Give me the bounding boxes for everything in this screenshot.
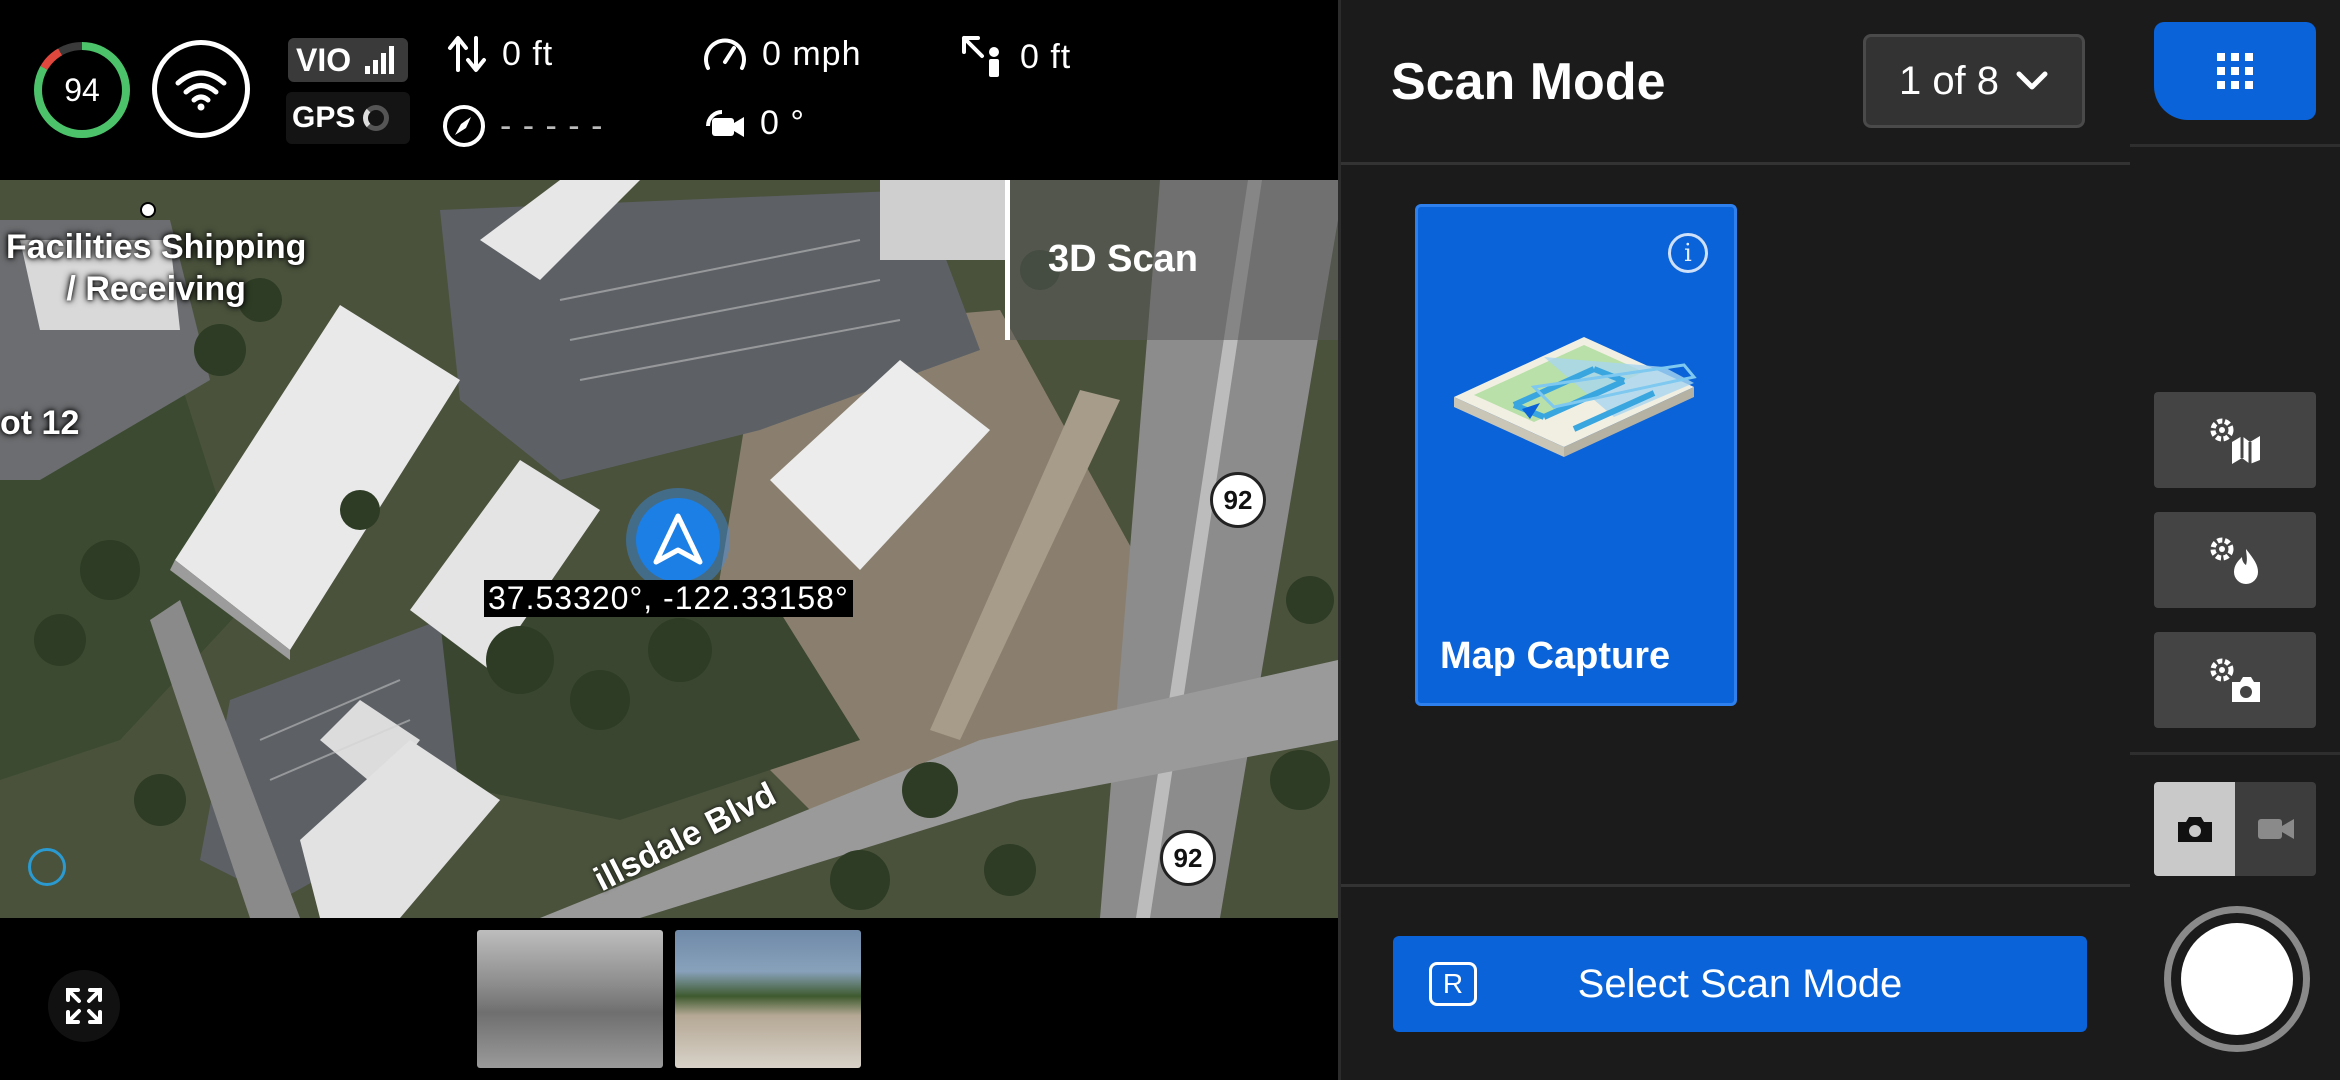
navigation-arrow-icon [653, 513, 703, 565]
apps-menu-button[interactable] [2154, 22, 2316, 120]
camera-feed-thumbnail[interactable] [675, 930, 861, 1068]
thermal-settings-icon [2210, 537, 2258, 584]
gps-label: GPS [292, 101, 356, 134]
telemetry-bar: 94 VIO GPS 0 ft 0 mph 0 ft - - - - - 0 ° [0, 0, 1338, 180]
compass-icon [443, 105, 485, 147]
distance-value: 0 ft [1020, 37, 1072, 76]
heading-readout: - - - - - [442, 104, 603, 148]
distance-readout: 0 ft [960, 34, 1071, 80]
page-selector[interactable]: 1 of 8 [1863, 34, 2085, 128]
altitude-value: 0 ft [502, 34, 554, 73]
scan-region-label: 3D Scan [1048, 238, 1198, 280]
map-settings-icon [2210, 418, 2260, 464]
speed-readout: 0 mph [702, 34, 862, 74]
camera-settings-icon [2210, 658, 2260, 702]
drone-position-marker[interactable] [626, 488, 730, 592]
expand-button[interactable] [48, 970, 120, 1042]
expand-icon [66, 988, 102, 1024]
camera-feed-strip [0, 918, 1338, 1080]
info-icon[interactable]: i [1668, 233, 1708, 273]
shutter-button[interactable] [2164, 906, 2310, 1052]
lot-label: ot 12 [0, 404, 80, 442]
distance-from-pilot-icon [962, 36, 999, 77]
wifi-icon [175, 70, 227, 111]
camera-settings-button[interactable] [2154, 632, 2316, 728]
divider [1341, 162, 2133, 165]
r-key-hint: R [1429, 962, 1477, 1006]
map-capture-card[interactable]: i Map Capture [1415, 204, 1737, 706]
divider [2130, 144, 2340, 147]
signal-bars-icon [365, 46, 395, 74]
page-indicator: 1 of 8 [1898, 58, 2000, 103]
gimbal-value: 0 ° [760, 104, 805, 142]
scan-mode-panel: Scan Mode 1 of 8 i Map Capture R Select … [1338, 0, 2133, 1080]
battery-indicator[interactable]: 94 [34, 42, 130, 138]
speedometer-icon [704, 38, 746, 70]
thermal-feed-thumbnail[interactable] [477, 930, 663, 1068]
map-capture-label: Map Capture [1440, 635, 1671, 677]
gimbal-camera-icon [706, 109, 744, 137]
divider [1341, 884, 2133, 887]
select-scan-mode-button[interactable]: R Select Scan Mode [1393, 936, 2087, 1032]
battery-percent: 94 [42, 50, 122, 130]
video-icon [2257, 819, 2294, 839]
poi-label: Facilities Shipping / Receiving [6, 226, 306, 310]
capture-mode-toggle[interactable] [2154, 782, 2316, 876]
map-capture-illustration [1454, 337, 1697, 457]
vio-label: VIO [296, 41, 352, 78]
select-scan-mode-label: Select Scan Mode [1577, 961, 1903, 1006]
altitude-arrows-icon [448, 36, 486, 72]
highway-shield: 92 [1210, 472, 1266, 528]
altitude-readout: 0 ft [446, 34, 553, 74]
gps-status: GPS [286, 92, 410, 144]
photo-mode-option[interactable] [2154, 782, 2235, 876]
map-compass-icon[interactable] [28, 848, 66, 886]
highway-shield: 92 [1160, 830, 1216, 886]
satellite-map[interactable]: Facilities Shipping / Receiving ot 12 3D… [0, 180, 1338, 918]
connection-button[interactable] [152, 40, 250, 138]
speed-value: 0 mph [762, 34, 862, 73]
flight-view: 94 VIO GPS 0 ft 0 mph 0 ft - - - - - 0 °… [0, 0, 1338, 1080]
divider [2130, 752, 2340, 755]
scan-region-overlay[interactable]: 3D Scan [1005, 180, 1338, 340]
coordinates-readout: 37.53320°, -122.33158° [484, 580, 853, 617]
grid-icon [2217, 53, 2253, 89]
heading-value: - - - - - [500, 106, 604, 145]
gimbal-readout: 0 ° [704, 104, 805, 143]
poi-label-text: Facilities Shipping / Receiving [6, 228, 307, 308]
tool-column [2130, 0, 2340, 1080]
vio-status: VIO [288, 38, 408, 82]
video-mode-option[interactable] [2235, 782, 2316, 876]
camera-icon [2177, 817, 2212, 842]
map-settings-button[interactable] [2154, 392, 2316, 488]
shutter-core [2181, 923, 2293, 1035]
panel-title: Scan Mode [1391, 53, 1666, 111]
thermal-settings-button[interactable] [2154, 512, 2316, 608]
chevron-down-icon [2016, 71, 2048, 90]
gps-loading-icon [363, 105, 390, 131]
